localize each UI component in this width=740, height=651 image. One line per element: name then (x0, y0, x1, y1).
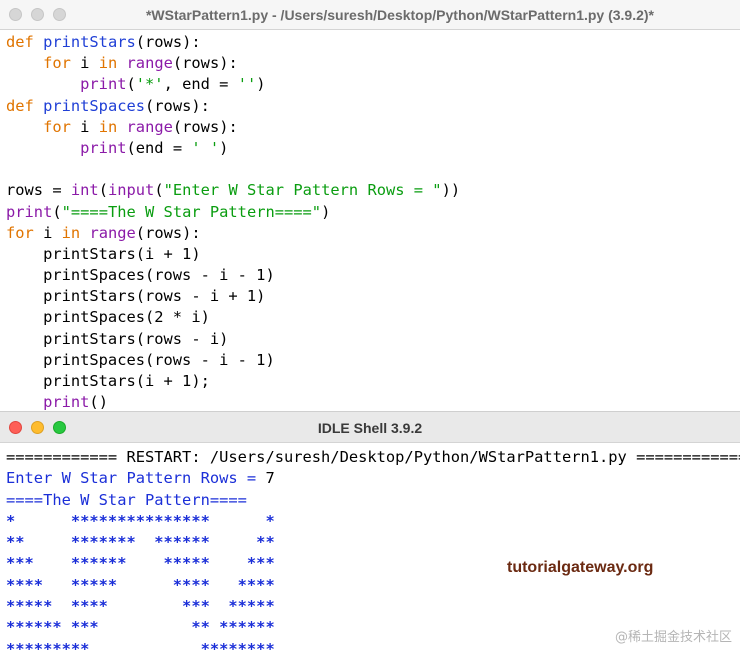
code-token: ' ' (191, 138, 220, 157)
code-token: ( (126, 75, 136, 94)
code-token: printStars(i + 1) (6, 244, 201, 263)
code-token: range (126, 54, 173, 73)
pattern-line: ***** **** *** ***** (6, 597, 275, 616)
code-token: ( (52, 202, 62, 221)
code-token: printSpaces (43, 96, 146, 115)
code-token: printStars(rows - i) (6, 329, 229, 348)
code-token: print (43, 393, 90, 411)
editor-titlebar: *WStarPattern1.py - /Users/suresh/Deskto… (0, 0, 740, 30)
code-token: for (43, 54, 71, 73)
code-line: rows = int(input("Enter W Star Pattern R… (6, 180, 740, 201)
code-token: in (98, 117, 118, 136)
code-token: range (126, 117, 173, 136)
code-token: ( (154, 181, 164, 200)
code-token: print (6, 202, 53, 221)
code-token: ) (321, 202, 331, 221)
code-token: ) (256, 75, 266, 94)
shell-titlebar: IDLE Shell 3.9.2 (0, 411, 740, 443)
code-line: printSpaces(rows - i - 1) (6, 265, 740, 286)
code-token: (rows): (172, 117, 238, 136)
code-token: (rows): (135, 223, 201, 242)
code-token: "====The W Star Pattern====" (61, 202, 322, 221)
code-token: ( (98, 181, 108, 200)
code-line: def printStars(rows): (6, 32, 740, 53)
code-token: (end = (126, 138, 192, 157)
shell-title: IDLE Shell 3.9.2 (317, 420, 423, 436)
code-token: for (43, 117, 71, 136)
code-line: print('*', end = '') (6, 74, 740, 95)
pattern-line: ** ******* ****** ** (6, 533, 275, 552)
code-token: printSpaces(rows - i - 1) (6, 350, 275, 369)
code-token: def (6, 33, 44, 51)
brand-label: tutorialgateway.org (507, 559, 654, 576)
code-token: for (6, 223, 34, 242)
prompt-text: Enter W Star Pattern Rows = (6, 469, 266, 488)
code-token: i (70, 117, 99, 136)
code-token: printSpaces(rows - i - 1) (6, 266, 275, 285)
code-token: (rows): (172, 54, 238, 73)
code-token: range (89, 223, 136, 242)
code-line: for i in range(rows): (6, 223, 740, 244)
code-token: )) (441, 181, 461, 200)
code-line: printStars(rows - i) (6, 329, 740, 350)
code-token: , end = (163, 75, 238, 94)
code-line: printStars(i + 1); (6, 371, 740, 392)
prompt-line: Enter W Star Pattern Rows = 7 (6, 468, 740, 489)
pattern-header: ====The W Star Pattern==== (6, 490, 247, 509)
code-token: printStars (43, 33, 136, 51)
shell-window: IDLE Shell 3.9.2 ============ RESTART: /… (0, 411, 740, 651)
code-token: i (33, 223, 62, 242)
code-line: printStars(rows - i + 1) (6, 286, 740, 307)
code-token: '*' (135, 75, 164, 94)
code-line: for i in range(rows): (6, 53, 740, 74)
code-token: printSpaces(2 * i) (6, 308, 210, 327)
code-token: ) (219, 138, 229, 157)
code-token: printStars(rows - i + 1) (6, 287, 266, 306)
code-token: rows = (6, 181, 71, 200)
code-line: def printSpaces(rows): (6, 96, 740, 117)
code-token: int (70, 181, 99, 200)
editor-title: *WStarPattern1.py - /Users/suresh/Deskto… (145, 7, 655, 23)
pattern-line: **** ***** **** **** (6, 575, 275, 594)
code-line: printSpaces(2 * i) (6, 307, 740, 328)
code-token: input (107, 181, 155, 200)
code-line: print(end = ' ') (6, 138, 740, 159)
code-token: "Enter W Star Pattern Rows = " (163, 181, 442, 200)
restart-line: ============ RESTART: /Users/suresh/Desk… (6, 448, 740, 466)
shell-output[interactable]: ============ RESTART: /Users/suresh/Desk… (0, 443, 740, 651)
code-token: '' (237, 75, 257, 94)
code-token: printStars(i + 1); (6, 372, 210, 390)
code-token: (rows): (145, 96, 210, 115)
code-area[interactable]: def printStars(rows): for i in range(row… (0, 30, 740, 411)
prompt-input: 7 (265, 469, 275, 488)
editor-window: *WStarPattern1.py - /Users/suresh/Deskto… (0, 0, 740, 411)
code-token: print (80, 75, 127, 94)
code-line: printSpaces(rows - i - 1) (6, 350, 740, 371)
code-token: (rows): (135, 33, 201, 51)
code-line: print() (6, 392, 740, 411)
code-token: def (6, 96, 44, 115)
watermark: @稀土掘金技术社区 (614, 630, 732, 645)
code-token: print (80, 138, 127, 157)
code-token: i (70, 54, 99, 73)
code-line: printStars(i + 1) (6, 244, 740, 265)
code-line: print("====The W Star Pattern====") (6, 202, 740, 223)
code-token: () (89, 393, 108, 411)
code-token: in (61, 223, 81, 242)
pattern-line: * *************** * (6, 511, 275, 530)
code-line: for i in range(rows): (6, 117, 740, 138)
code-token: in (98, 54, 118, 73)
